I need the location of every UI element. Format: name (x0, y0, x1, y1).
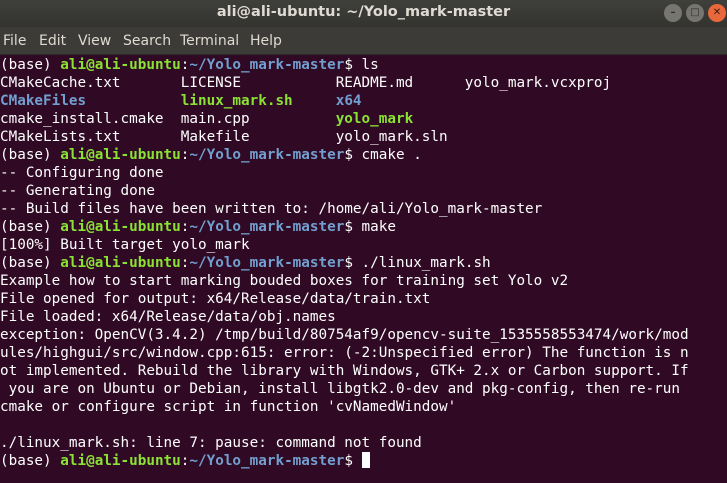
terminal-line: cmake_install.cmake main.cpp yolo_mark (0, 110, 413, 128)
minimize-icon[interactable]: – (664, 4, 682, 22)
terminal-text: (base) (0, 255, 61, 271)
terminal-text: File opened for output: x64/Release/data… (0, 291, 431, 307)
menu-edit[interactable]: Edit (39, 33, 66, 49)
terminal-text: you are on Ubuntu or Debian, install lib… (0, 381, 689, 397)
terminal-line: CMakeFiles linux_mark.sh x64 (0, 92, 362, 110)
terminal-window: ali@ali-ubuntu: ~/Yolo_mark-master – □ ✕… (0, 0, 727, 483)
terminal-line: [100%] Built target yolo_mark (0, 236, 250, 254)
terminal-line: CMakeCache.txt LICENSE README.md yolo_ma… (0, 74, 611, 92)
window-title: ali@ali-ubuntu: ~/Yolo_mark-master (216, 4, 511, 20)
terminal-text: x64 (335, 93, 362, 109)
maximize-icon[interactable]: □ (686, 4, 704, 22)
terminal-text: CMakeFiles (0, 93, 87, 109)
terminal-text: -- Generating done (0, 183, 155, 199)
menu-bar: File Edit View Search Terminal Help (0, 27, 727, 55)
terminal-text: $ ./linux_mark.sh (344, 255, 491, 271)
terminal-text: $ ls (344, 57, 379, 73)
terminal-line: ot implemented. Rebuild the library with… (0, 362, 689, 380)
terminal-text: exception: OpenCV(3.4.2) /tmp/build/8075… (0, 327, 689, 343)
terminal-line: (base) ali@ali-ubuntu:~/Yolo_mark-master… (0, 452, 371, 470)
terminal-line: (base) ali@ali-ubuntu:~/Yolo_mark-master… (0, 218, 396, 236)
terminal-text: -- Configuring done (0, 165, 164, 181)
terminal-line: File opened for output: x64/Release/data… (0, 290, 430, 308)
terminal-text: cmake or configure script in function 'c… (0, 399, 457, 415)
terminal-output[interactable]: (base) ali@ali-ubuntu:~/Yolo_mark-master… (0, 55, 727, 483)
terminal-text: ali@ali-ubuntu (60, 57, 181, 73)
terminal-text: ~/Yolo_mark-master (189, 147, 345, 163)
terminal-line: cmake or configure script in function 'c… (0, 398, 456, 416)
terminal-line: CMakeLists.txt Makefile yolo_mark.sln (0, 128, 448, 146)
terminal-line: -- Generating done (0, 182, 155, 200)
terminal-text: CMakeLists.txt Makefile yolo_mark.sln (0, 129, 448, 145)
terminal-text: yolo_mark (335, 111, 414, 127)
terminal-text: ali@ali-ubuntu (60, 255, 181, 271)
terminal-line: ./linux_mark.sh: line 7: pause: command … (0, 434, 422, 452)
terminal-line: ules/highgui/src/window.cpp:615: error: … (0, 344, 689, 362)
terminal-text: -- Build files have been written to: /ho… (0, 201, 543, 217)
menu-search[interactable]: Search (123, 33, 171, 49)
terminal-text: linux_mark.sh (180, 93, 293, 109)
terminal-text: [100%] Built target yolo_mark (0, 237, 250, 253)
terminal-text: ules/highgui/src/window.cpp:615: error: … (0, 345, 689, 361)
terminal-text: ~/Yolo_mark-master (189, 57, 345, 73)
terminal-text: ali@ali-ubuntu (60, 147, 181, 163)
terminal-text: $ cmake . (344, 147, 422, 163)
menu-terminal[interactable]: Terminal (180, 33, 239, 49)
terminal-text: ~/Yolo_mark-master (189, 219, 345, 235)
terminal-text: (base) (0, 147, 61, 163)
terminal-text: File loaded: x64/Release/data/obj.names (0, 309, 336, 325)
terminal-line: exception: OpenCV(3.4.2) /tmp/build/8075… (0, 326, 689, 344)
terminal-text: $ make (344, 219, 396, 235)
terminal-text: (base) (0, 57, 61, 73)
terminal-line: File loaded: x64/Release/data/obj.names (0, 308, 336, 326)
terminal-line: (base) ali@ali-ubuntu:~/Yolo_mark-master… (0, 56, 379, 74)
close-icon[interactable]: ✕ (708, 4, 726, 22)
terminal-text: ot implemented. Rebuild the library with… (0, 363, 689, 379)
terminal-text: ali@ali-ubuntu (60, 453, 181, 469)
terminal-text: cmake_install.cmake main.cpp (0, 111, 336, 127)
terminal-text: (base) (0, 453, 61, 469)
terminal-text: (base) (0, 219, 61, 235)
text-cursor (361, 452, 371, 468)
terminal-text: CMakeCache.txt LICENSE README.md yolo_ma… (0, 75, 612, 91)
menu-help[interactable]: Help (250, 33, 282, 49)
title-bar[interactable]: ali@ali-ubuntu: ~/Yolo_mark-master – □ ✕ (0, 0, 727, 27)
terminal-line: (base) ali@ali-ubuntu:~/Yolo_mark-master… (0, 254, 491, 272)
terminal-line: -- Build files have been written to: /ho… (0, 200, 542, 218)
menu-file[interactable]: File (3, 33, 26, 49)
terminal-text: ~/Yolo_mark-master (189, 453, 345, 469)
terminal-text: ~/Yolo_mark-master (189, 255, 345, 271)
terminal-line: Example how to start marking bouded boxe… (0, 272, 568, 290)
menu-view[interactable]: View (78, 33, 111, 49)
terminal-line: -- Configuring done (0, 164, 164, 182)
terminal-line: you are on Ubuntu or Debian, install lib… (0, 380, 689, 398)
terminal-text: $ (344, 453, 362, 469)
terminal-text: ./linux_mark.sh: line 7: pause: command … (0, 435, 422, 451)
terminal-text: ali@ali-ubuntu (60, 219, 181, 235)
terminal-line: (base) ali@ali-ubuntu:~/Yolo_mark-master… (0, 146, 422, 164)
terminal-text: Example how to start marking bouded boxe… (0, 273, 569, 289)
